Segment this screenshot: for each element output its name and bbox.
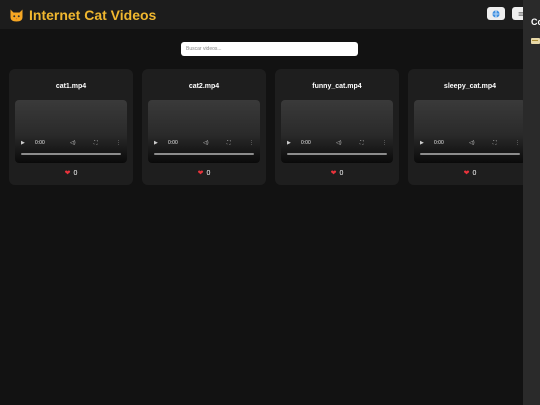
like-button[interactable]: ❤ 0 xyxy=(275,169,399,178)
play-icon[interactable]: ▶ xyxy=(420,138,424,148)
side-panel-title: Co xyxy=(531,17,540,27)
search-input[interactable] xyxy=(181,42,358,56)
video-player[interactable]: ▶ 0:00 ◁) ⛶ ⋮ xyxy=(281,100,393,163)
like-count: 0 xyxy=(73,169,78,177)
fullscreen-icon[interactable]: ⛶ xyxy=(360,138,364,148)
folder-icon[interactable] xyxy=(531,38,540,44)
fullscreen-icon[interactable]: ⛶ xyxy=(227,138,231,148)
video-title: sleepy_cat.mp4 xyxy=(443,83,497,90)
more-options-icon[interactable]: ⋮ xyxy=(515,138,520,148)
volume-icon[interactable]: ◁) xyxy=(469,138,475,148)
time-display: 0:00 xyxy=(35,140,45,146)
volume-icon[interactable]: ◁) xyxy=(70,138,76,148)
video-card: cat2.mp4 ▶ 0:00 ◁) ⛶ ⋮ ❤ 0 xyxy=(142,69,266,185)
language-button[interactable] xyxy=(487,7,505,20)
more-options-icon[interactable]: ⋮ xyxy=(116,138,121,148)
video-player[interactable]: ▶ 0:00 ◁) ⛶ ⋮ xyxy=(15,100,127,163)
search-bar xyxy=(181,37,358,56)
more-options-icon[interactable]: ⋮ xyxy=(249,138,254,148)
fullscreen-icon[interactable]: ⛶ xyxy=(493,138,497,148)
play-icon[interactable]: ▶ xyxy=(287,138,291,148)
globe-icon xyxy=(492,9,500,18)
like-button[interactable]: ❤ 0 xyxy=(142,169,266,178)
like-count: 0 xyxy=(472,169,477,177)
volume-icon[interactable]: ◁) xyxy=(203,138,209,148)
progress-bar[interactable] xyxy=(420,153,520,155)
heart-icon: ❤ xyxy=(197,170,204,177)
like-button[interactable]: ❤ 0 xyxy=(9,169,133,178)
time-display: 0:00 xyxy=(434,140,444,146)
video-title: cat1.mp4 xyxy=(55,83,87,90)
progress-bar[interactable] xyxy=(287,153,387,155)
progress-bar[interactable] xyxy=(154,153,254,155)
video-card: sleepy_cat.mp4 ▶ 0:00 ◁) ⛶ ⋮ ❤ 0 xyxy=(408,69,532,185)
volume-icon[interactable]: ◁) xyxy=(336,138,342,148)
like-count: 0 xyxy=(206,169,211,177)
heart-icon: ❤ xyxy=(463,170,470,177)
top-bar: Internet Cat Videos xyxy=(0,0,540,29)
like-count: 0 xyxy=(339,169,344,177)
cat-face-icon xyxy=(10,9,23,21)
app-title-text: Internet Cat Videos xyxy=(29,7,157,23)
heart-icon: ❤ xyxy=(330,170,337,177)
side-panel xyxy=(523,0,540,405)
more-options-icon[interactable]: ⋮ xyxy=(382,138,387,148)
video-player[interactable]: ▶ 0:00 ◁) ⛶ ⋮ xyxy=(148,100,260,163)
app-title: Internet Cat Videos xyxy=(9,5,156,25)
heart-icon: ❤ xyxy=(64,170,71,177)
video-player[interactable]: ▶ 0:00 ◁) ⛶ ⋮ xyxy=(414,100,526,163)
time-display: 0:00 xyxy=(301,140,311,146)
progress-bar[interactable] xyxy=(21,153,121,155)
fullscreen-icon[interactable]: ⛶ xyxy=(94,138,98,148)
video-title: cat2.mp4 xyxy=(188,83,220,90)
video-card: cat1.mp4 ▶ 0:00 ◁) ⛶ ⋮ ❤ 0 xyxy=(9,69,133,185)
play-icon[interactable]: ▶ xyxy=(154,138,158,148)
video-title: funny_cat.mp4 xyxy=(312,83,362,90)
play-icon[interactable]: ▶ xyxy=(21,138,25,148)
app-window: Internet Cat Videos cat1.mp4 ▶ 0:00 ◁) ⛶… xyxy=(0,0,540,405)
video-card: funny_cat.mp4 ▶ 0:00 ◁) ⛶ ⋮ ❤ 0 xyxy=(275,69,399,185)
like-button[interactable]: ❤ 0 xyxy=(408,169,532,178)
time-display: 0:00 xyxy=(168,140,178,146)
